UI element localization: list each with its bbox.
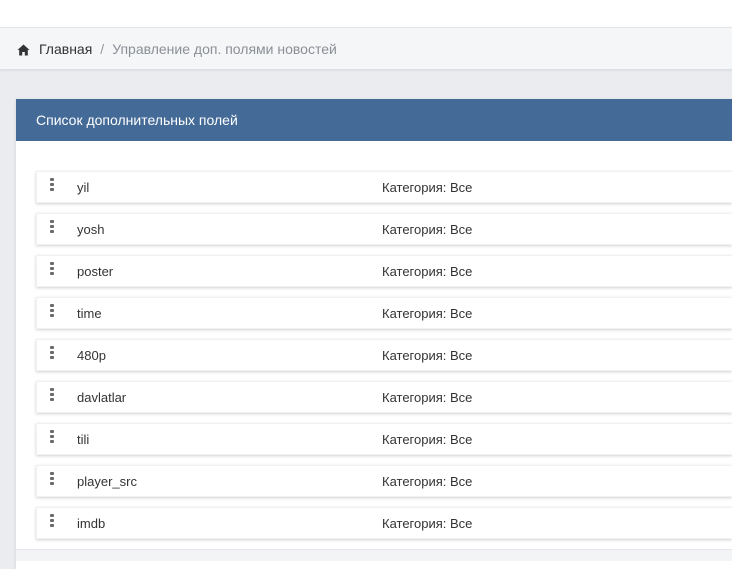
- drag-handle-icon[interactable]: [50, 472, 54, 486]
- breadcrumb-current: Управление доп. полями новостей: [112, 40, 337, 57]
- drag-handle-icon[interactable]: [50, 178, 54, 192]
- field-category: Категория: Все: [382, 179, 473, 195]
- drag-handle-icon[interactable]: [50, 262, 54, 276]
- breadcrumb-home-link[interactable]: Главная: [39, 41, 92, 57]
- field-category: Категория: Все: [382, 431, 473, 447]
- field-name[interactable]: tili: [77, 432, 89, 447]
- list-item[interactable]: 480p Категория: Все: [36, 339, 732, 371]
- field-name[interactable]: player_src: [77, 474, 137, 489]
- field-category: Категория: Все: [382, 515, 473, 531]
- panel-title: Список дополнительных полей: [36, 112, 238, 128]
- field-name[interactable]: yil: [77, 180, 89, 195]
- list-item[interactable]: davlatlar Категория: Все: [36, 381, 732, 413]
- home-icon[interactable]: [17, 43, 30, 55]
- field-category: Категория: Все: [382, 305, 473, 321]
- fields-list: yil Категория: Все yosh Категория: Все p…: [36, 171, 732, 549]
- drag-handle-icon[interactable]: [50, 220, 54, 234]
- field-name[interactable]: imdb: [77, 516, 105, 531]
- field-name[interactable]: 480p: [77, 348, 106, 363]
- fields-panel: Список дополнительных полей yil Категори…: [16, 99, 732, 569]
- field-name[interactable]: time: [77, 306, 102, 321]
- list-item[interactable]: poster Категория: Все: [36, 255, 732, 287]
- drag-handle-icon[interactable]: [50, 388, 54, 402]
- breadcrumb: Главная / Управление доп. полями новосте…: [0, 28, 732, 70]
- field-category: Категория: Все: [382, 389, 473, 405]
- field-category: Категория: Все: [382, 221, 473, 237]
- top-navbar: [0, 0, 732, 28]
- list-item[interactable]: imdb Категория: Все: [36, 507, 732, 539]
- field-category: Категория: Все: [382, 473, 473, 489]
- breadcrumb-separator: /: [100, 40, 105, 57]
- list-item[interactable]: yosh Категория: Все: [36, 213, 732, 245]
- field-name[interactable]: yosh: [77, 222, 104, 237]
- field-category: Категория: Все: [382, 347, 473, 363]
- field-name[interactable]: poster: [77, 264, 113, 279]
- drag-handle-icon[interactable]: [50, 430, 54, 444]
- list-item[interactable]: time Категория: Все: [36, 297, 732, 329]
- drag-handle-icon[interactable]: [50, 514, 54, 528]
- drag-handle-icon[interactable]: [50, 346, 54, 360]
- field-name[interactable]: davlatlar: [77, 390, 126, 405]
- panel-header: Список дополнительных полей: [16, 99, 732, 141]
- list-item[interactable]: player_src Категория: Все: [36, 465, 732, 497]
- list-item[interactable]: yil Категория: Все: [36, 171, 732, 203]
- drag-handle-icon[interactable]: [50, 304, 54, 318]
- panel-footer: [16, 549, 732, 561]
- list-item[interactable]: tili Категория: Все: [36, 423, 732, 455]
- field-category: Категория: Все: [382, 263, 473, 279]
